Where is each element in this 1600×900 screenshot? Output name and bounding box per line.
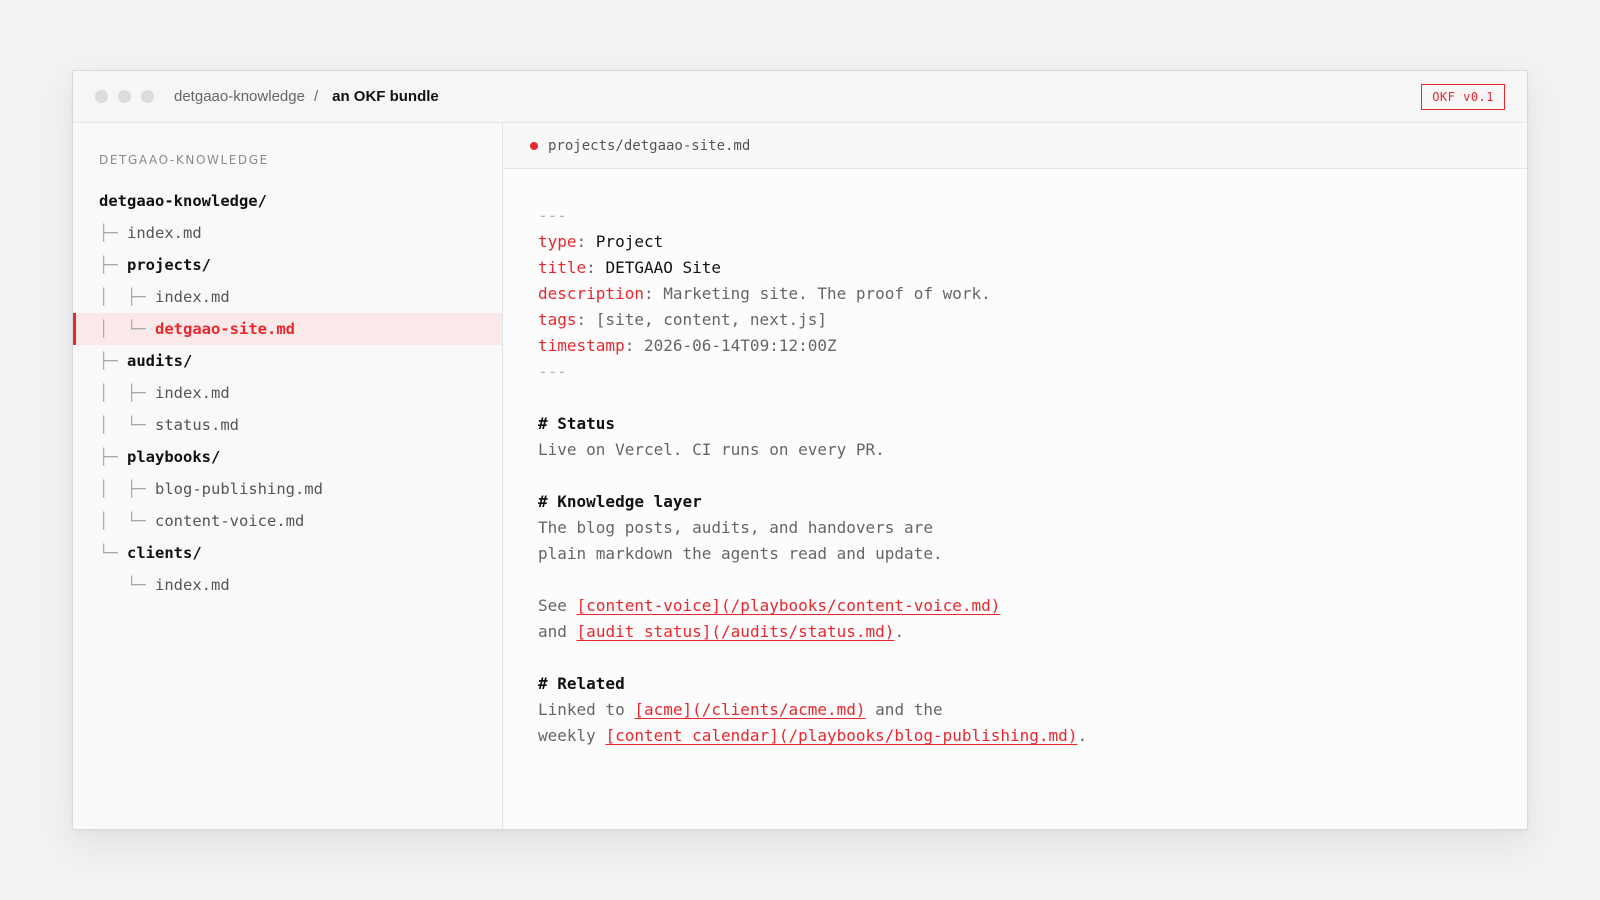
tree-item-label: clients/ <box>127 544 202 562</box>
tree-guide: │ ├─ <box>99 480 155 498</box>
app-window: detgaao-knowledge / an OKF bundle OKF v0… <box>72 70 1528 830</box>
tree-item-label: index.md <box>155 288 230 306</box>
tree-item-projects-folder[interactable]: ├─ projects/ <box>73 249 502 281</box>
tree-item-label: detgaao-knowledge/ <box>99 192 267 210</box>
and-line: and [audit status](/audits/status.md). <box>538 622 905 641</box>
tree-item-label: blog-publishing.md <box>155 480 323 498</box>
knowledge-heading: # Knowledge layer <box>538 492 702 511</box>
related-line-2: weekly [content calendar](/playbooks/blo… <box>538 726 1088 745</box>
content-voice-link[interactable]: [content-voice](/playbooks/content-voice… <box>577 596 1001 615</box>
window-controls <box>95 90 154 103</box>
tree-item-label: content-voice.md <box>155 512 305 530</box>
tree-item-clients-index-md[interactable]: └─ index.md <box>73 569 502 601</box>
tree-guide: │ ├─ <box>99 384 155 402</box>
tree-item-label: index.md <box>155 384 230 402</box>
frontmatter-fence-close: --- <box>538 362 567 381</box>
frontmatter-tags: tags: [site, content, next.js] <box>538 310 827 329</box>
file-tab-path: projects/detgaao-site.md <box>548 137 751 154</box>
tree-item-clients-folder[interactable]: └─ clients/ <box>73 537 502 569</box>
tree-item-content-voice-md[interactable]: │ └─ content-voice.md <box>73 505 502 537</box>
unsaved-dot-icon <box>530 141 538 150</box>
frontmatter-fence-open: --- <box>538 206 567 225</box>
related-heading: # Related <box>538 674 625 693</box>
tree-guide: │ ├─ <box>99 288 155 306</box>
close-window-button[interactable] <box>95 90 108 103</box>
tree-guide: ├─ <box>99 448 127 466</box>
editor-pane: projects/detgaao-site.md --- type: Proje… <box>504 123 1527 829</box>
tree-guide: └─ <box>99 576 155 594</box>
frontmatter-timestamp: timestamp: 2026-06-14T09:12:00Z <box>538 336 837 355</box>
frontmatter-type: type: Project <box>538 232 664 251</box>
tree-item-index-md[interactable]: ├─ index.md <box>73 217 502 249</box>
tree-item-label: index.md <box>127 224 202 242</box>
tree-item-audits-folder[interactable]: ├─ audits/ <box>73 345 502 377</box>
tree-item-label: audits/ <box>127 352 193 370</box>
tree-item-label: detgaao-site.md <box>155 320 295 338</box>
breadcrumb-current: an OKF bundle <box>332 88 439 105</box>
tree-guide: ├─ <box>99 352 127 370</box>
maximize-window-button[interactable] <box>141 90 154 103</box>
frontmatter-description: description: Marketing site. The proof o… <box>538 284 991 303</box>
tree-item-label: projects/ <box>127 256 211 274</box>
status-text: Live on Vercel. CI runs on every PR. <box>538 440 885 459</box>
content-calendar-link[interactable]: [content calendar](/playbooks/blog-publi… <box>605 726 1077 745</box>
tree-item-label: status.md <box>155 416 239 434</box>
title-bar: detgaao-knowledge / an OKF bundle OKF v0… <box>73 71 1527 123</box>
tree-item-audits-index-md[interactable]: │ ├─ index.md <box>73 377 502 409</box>
knowledge-text-line-2: plain markdown the agents read and updat… <box>538 544 943 563</box>
tree-guide: │ └─ <box>99 320 155 338</box>
tree-guide: ├─ <box>99 256 127 274</box>
tree-item-playbooks-folder[interactable]: ├─ playbooks/ <box>73 441 502 473</box>
file-tab[interactable]: projects/detgaao-site.md <box>504 123 1527 169</box>
markdown-document[interactable]: --- type: Project title: DETGAAO Site de… <box>538 203 1087 749</box>
tree-item-root-folder[interactable]: detgaao-knowledge/ <box>73 185 502 217</box>
tree-item-projects-index-md[interactable]: │ ├─ index.md <box>73 281 502 313</box>
acme-link[interactable]: [acme](/clients/acme.md) <box>634 700 865 719</box>
see-line: See [content-voice](/playbooks/content-v… <box>538 596 1001 615</box>
file-tree-sidebar: DETGAAO-KNOWLEDGE detgaao-knowledge/ ├─ … <box>73 123 503 829</box>
related-line-1: Linked to [acme](/clients/acme.md) and t… <box>538 700 943 719</box>
breadcrumb-separator: / <box>313 88 319 105</box>
tree-item-label: playbooks/ <box>127 448 221 466</box>
minimize-window-button[interactable] <box>118 90 131 103</box>
sidebar-heading: DETGAAO-KNOWLEDGE <box>99 153 269 167</box>
version-badge: OKF v0.1 <box>1421 84 1505 110</box>
tree-guide: ├─ <box>99 224 127 242</box>
status-heading: # Status <box>538 414 616 433</box>
tree-item-detgaao-site-md[interactable]: │ └─ detgaao-site.md <box>73 313 502 345</box>
tree-item-blog-publishing-md[interactable]: │ ├─ blog-publishing.md <box>73 473 502 505</box>
tree-guide: │ └─ <box>99 512 155 530</box>
tree-item-status-md[interactable]: │ └─ status.md <box>73 409 502 441</box>
tree-guide: └─ <box>99 544 127 562</box>
knowledge-text-line-1: The blog posts, audits, and handovers ar… <box>538 518 933 537</box>
audit-status-link[interactable]: [audit status](/audits/status.md) <box>577 622 895 641</box>
tree-guide: │ └─ <box>99 416 155 434</box>
breadcrumb-root[interactable]: detgaao-knowledge <box>174 88 305 105</box>
file-tree: detgaao-knowledge/ ├─ index.md ├─ projec… <box>73 185 502 601</box>
tree-item-label: index.md <box>155 576 230 594</box>
frontmatter-title: title: DETGAAO Site <box>538 258 722 277</box>
